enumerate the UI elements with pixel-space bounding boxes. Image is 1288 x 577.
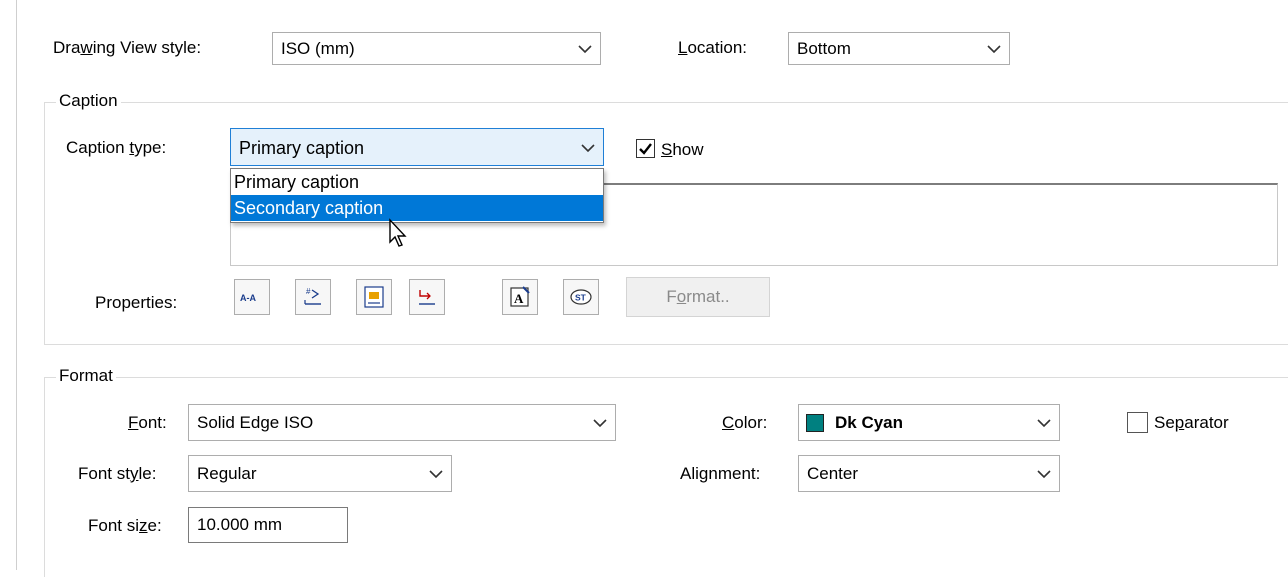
svg-text:A-A: A-A: [240, 293, 256, 303]
chevron-down-icon: [1037, 470, 1051, 479]
chevron-down-icon: [429, 470, 443, 479]
insert-property-icon: [364, 286, 384, 308]
location-label: Location:: [678, 38, 748, 57]
alignment-select[interactable]: Center: [798, 455, 1060, 492]
alignment-label: Alignment:: [680, 464, 761, 483]
caption-type-select[interactable]: Primary caption: [230, 128, 604, 166]
dropdown-option-secondary[interactable]: Secondary caption: [231, 195, 603, 221]
format-button[interactable]: Format..: [626, 277, 770, 317]
font-size-input[interactable]: 10.000 mm: [188, 507, 348, 543]
color-label: Color:: [722, 413, 768, 432]
drawing-view-style-value: ISO (mm): [281, 39, 355, 58]
insert-number-button[interactable]: #: [295, 279, 331, 315]
chevron-down-icon: [1037, 419, 1051, 428]
chevron-down-icon: [987, 45, 1001, 54]
dropdown-option-primary[interactable]: Primary caption: [231, 169, 603, 195]
text-format-icon: A: [510, 286, 530, 307]
font-value: Solid Edge ISO: [197, 413, 314, 432]
show-checkbox[interactable]: [636, 139, 655, 158]
caption-type-dropdown[interactable]: Primary caption Secondary caption: [230, 168, 604, 223]
label-aa-button[interactable]: A-A: [234, 279, 270, 315]
insert-scale-icon: [419, 290, 435, 305]
insert-scale-button[interactable]: [409, 279, 445, 315]
chevron-down-icon: [578, 45, 592, 54]
font-style-label: Font style:: [78, 464, 157, 483]
format-group-title: Format: [56, 366, 116, 386]
alignment-value: Center: [807, 464, 859, 483]
insert-property-button[interactable]: [356, 279, 392, 315]
drawing-view-style-select[interactable]: ISO (mm): [272, 32, 601, 65]
font-select[interactable]: Solid Edge ISO: [188, 404, 616, 441]
chevron-down-icon: [593, 419, 607, 428]
chevron-down-icon: [581, 144, 595, 153]
text-format-button[interactable]: A: [502, 279, 538, 315]
caption-type-label: Caption type:: [66, 138, 167, 157]
symbol-st-icon: ST: [570, 289, 592, 305]
left-divider: [16, 0, 17, 570]
svg-text:A: A: [514, 291, 524, 306]
symbol-st-button[interactable]: ST: [563, 279, 599, 315]
mouse-cursor-icon: [389, 218, 407, 247]
font-style-value: Regular: [197, 464, 257, 483]
show-label[interactable]: Show: [661, 140, 704, 160]
location-value: Bottom: [797, 39, 851, 58]
svg-text:ST: ST: [575, 293, 587, 303]
svg-text:#: #: [306, 287, 311, 296]
checkmark-icon: [639, 143, 652, 155]
separator-checkbox[interactable]: [1127, 412, 1148, 433]
color-select[interactable]: Dk Cyan: [798, 404, 1060, 441]
font-style-select[interactable]: Regular: [188, 455, 452, 492]
font-size-value: 10.000 mm: [197, 515, 283, 534]
caption-type-value: Primary caption: [239, 138, 365, 158]
caption-group-title: Caption: [56, 91, 121, 111]
properties-label: Properties:: [95, 293, 178, 312]
font-size-label: Font size:: [88, 516, 162, 535]
label-aa-icon: A-A: [240, 293, 256, 303]
drawing-view-style-label: Drawing View style:: [53, 38, 202, 57]
separator-label[interactable]: Separator: [1154, 413, 1229, 433]
font-label: Font:: [128, 413, 167, 432]
color-value: Dk Cyan: [835, 413, 904, 432]
location-select[interactable]: Bottom: [788, 32, 1010, 65]
color-swatch: [806, 414, 824, 432]
insert-number-icon: #: [304, 287, 321, 305]
